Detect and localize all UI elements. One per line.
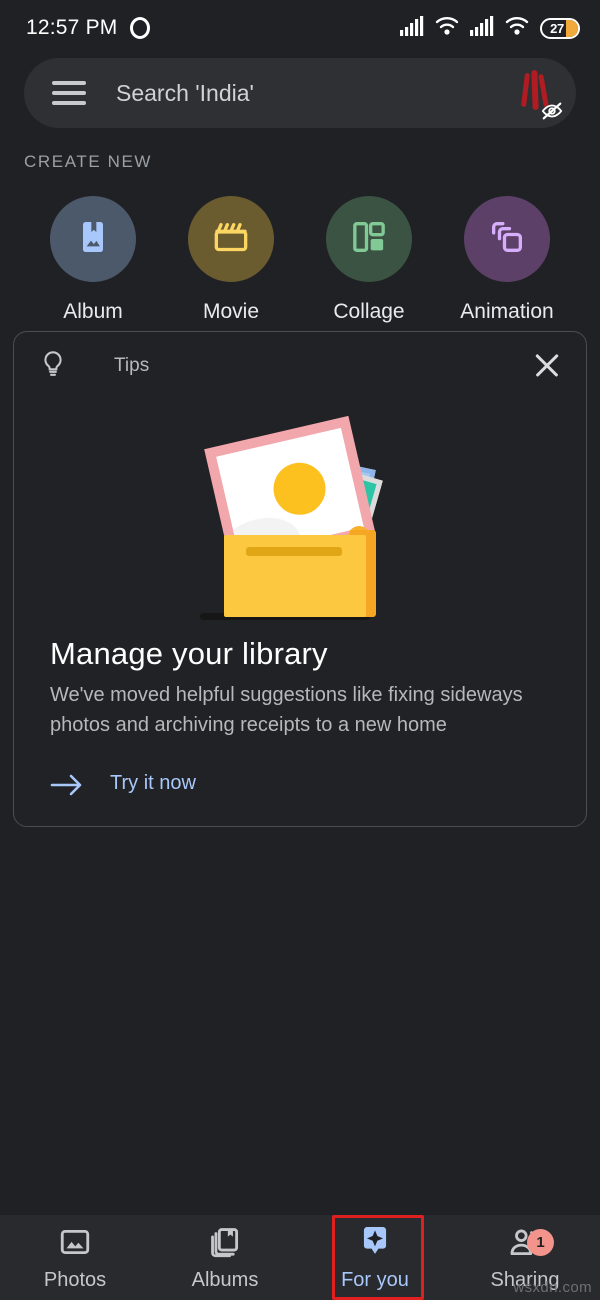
wifi-icon	[435, 16, 459, 41]
tips-label: Tips	[114, 355, 150, 376]
create-animation-label: Animation	[460, 300, 554, 323]
photo-box-illustration	[14, 415, 586, 627]
lightbulb-icon	[40, 349, 66, 384]
create-item-animation[interactable]: Animation	[447, 196, 567, 324]
signal-bars-icon	[400, 15, 424, 41]
battery-percent-label: 27	[550, 20, 564, 36]
tips-body-text: We've moved helpful suggestions like fix…	[50, 684, 523, 736]
create-new-row: Album Movie Collage Animation	[24, 196, 576, 324]
photo-image-icon	[55, 1223, 95, 1261]
create-album-label: Album	[63, 300, 123, 323]
create-item-collage[interactable]: Collage	[309, 196, 429, 324]
create-collage-label: Collage	[333, 300, 405, 323]
create-new-section-label: CREATE NEW	[24, 152, 153, 171]
nav-item-albums[interactable]: Albums	[150, 1215, 300, 1300]
arrow-right-icon	[50, 772, 84, 803]
status-bar-right: 27	[400, 15, 580, 41]
stacked-frames-icon	[487, 217, 527, 262]
illustration-box-slot	[246, 547, 342, 556]
bottom-navigation-bar: Photos Albums For you 1 Sharing	[0, 1215, 600, 1300]
search-bar[interactable]: Search 'India'	[24, 58, 576, 128]
hamburger-menu-icon[interactable]	[52, 81, 86, 105]
watermark: wsxdn.com	[513, 1279, 592, 1296]
nav-label-for-you: For you	[341, 1269, 409, 1291]
close-icon[interactable]	[530, 349, 564, 383]
phone-screen: 12:57 PM 27 Search 'India' CREATE NEW Al…	[0, 0, 600, 1300]
battery-icon: 27	[540, 17, 580, 39]
create-movie-label: Movie	[202, 300, 260, 323]
tips-card-header: Tips	[14, 332, 586, 400]
for-you-star-pin-icon	[355, 1223, 395, 1261]
try-it-now-button[interactable]: Try it now	[50, 772, 196, 796]
tips-card: Tips Manage your library We've moved hel…	[13, 331, 587, 827]
create-item-album[interactable]: Album	[33, 196, 153, 324]
nav-label-photos: Photos	[43, 1269, 107, 1291]
nav-item-photos[interactable]: Photos	[0, 1215, 150, 1300]
clapperboard-icon	[211, 217, 251, 262]
circle-outline-icon	[129, 17, 150, 39]
create-collage-circle[interactable]	[326, 196, 412, 282]
status-clock: 12:57 PM	[26, 16, 118, 39]
try-it-now-label: Try it now	[110, 772, 196, 794]
create-album-circle[interactable]	[50, 196, 136, 282]
photo-book-icon	[73, 217, 113, 262]
status-badge: 1	[527, 1229, 554, 1256]
avatar[interactable]	[506, 65, 564, 123]
status-bar: 12:57 PM 27	[0, 0, 600, 56]
create-item-movie[interactable]: Movie	[171, 196, 291, 324]
status-bar-left: 12:57 PM	[26, 16, 150, 40]
collage-grid-icon	[349, 217, 389, 262]
signal-bars-icon	[470, 15, 494, 41]
eye-off-icon	[540, 99, 564, 123]
nav-item-for-you[interactable]: For you	[300, 1215, 450, 1300]
nav-label-albums: Albums	[191, 1269, 259, 1291]
create-animation-circle[interactable]	[464, 196, 550, 282]
wifi-icon	[505, 16, 529, 41]
search-input[interactable]: Search 'India'	[116, 80, 506, 107]
person-share-icon: 1	[505, 1223, 554, 1261]
create-movie-circle[interactable]	[188, 196, 274, 282]
albums-books-icon	[205, 1223, 245, 1261]
